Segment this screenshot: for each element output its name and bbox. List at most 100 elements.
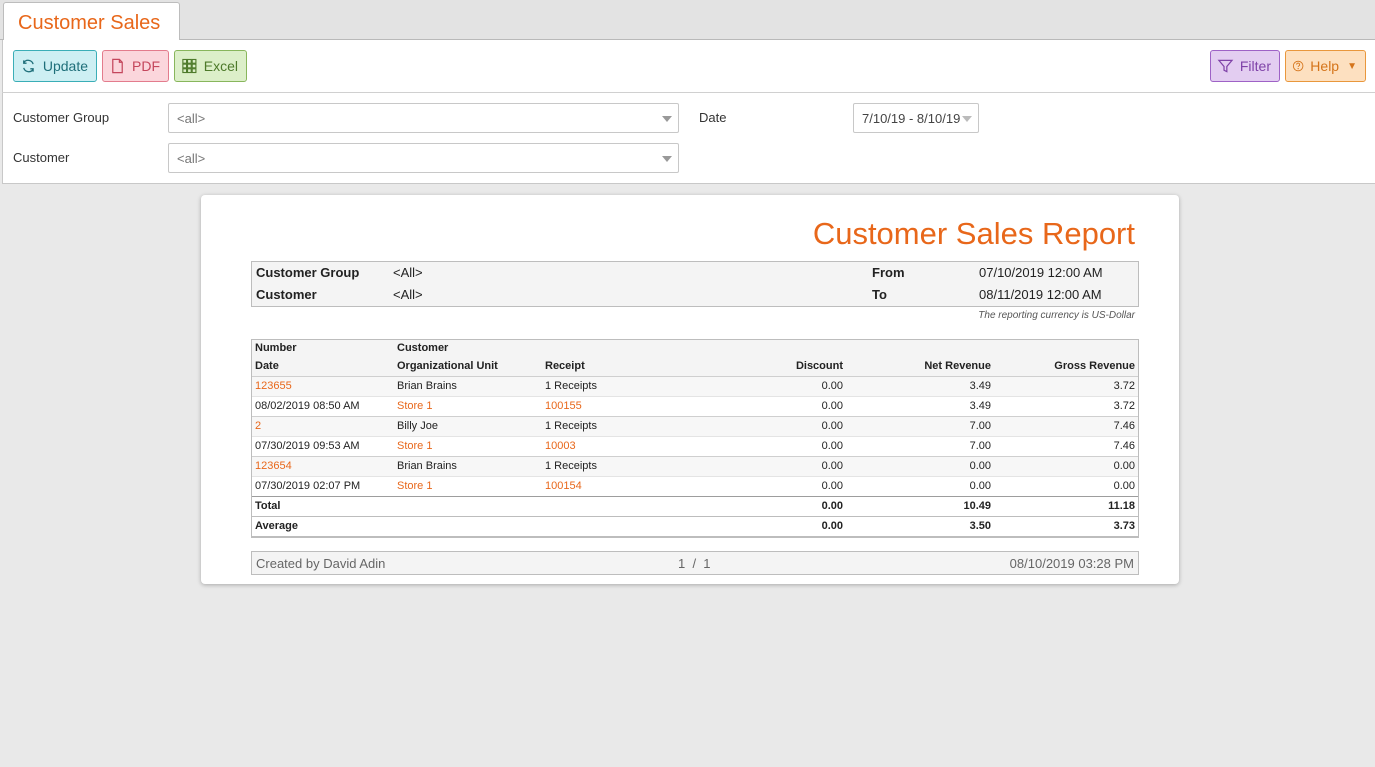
header-from-value: 07/10/2019 12:00 AM	[979, 265, 1103, 280]
col-org-unit-header: Organizational Unit	[393, 357, 541, 376]
col-receipt-header: Receipt	[541, 357, 661, 376]
date-label: Date	[699, 110, 727, 125]
col-date-header: Date	[251, 357, 393, 376]
total-row: Total 0.00 10.49 11.18	[251, 495, 1139, 516]
receipt-date: 07/30/2019 09:53 AM	[251, 435, 393, 456]
discount-value: 0.00	[661, 415, 847, 436]
footer-timestamp: 08/10/2019 03:28 PM	[1009, 556, 1134, 571]
dropdown-arrow-icon	[662, 156, 672, 162]
date-range-select[interactable]: 7/10/19 - 8/10/19	[853, 103, 979, 133]
help-button-label: Help	[1310, 58, 1340, 74]
col-gross-revenue-header: Gross Revenue	[995, 357, 1139, 376]
footer-created-by: Created by David Adin	[256, 556, 386, 571]
pdf-file-icon	[112, 58, 123, 74]
net-revenue-value: 0.00	[847, 455, 995, 476]
net-revenue-value: 0.00	[847, 475, 995, 496]
org-unit-link[interactable]: Store 1	[393, 475, 541, 496]
customer-select[interactable]: <all>	[168, 143, 679, 173]
table-header-row: Date Organizational Unit Receipt Discoun…	[251, 357, 1139, 376]
receipt-link[interactable]: 10003	[541, 435, 661, 456]
update-button-label: Update	[42, 58, 88, 74]
customer-group-label: Customer Group	[13, 110, 110, 125]
report-header-box: Customer Group <All> Customer <All> From…	[251, 261, 1139, 307]
customer-value: <all>	[177, 151, 206, 166]
receipt-count: 1 Receipts	[541, 415, 661, 436]
toolbar-divider	[2, 92, 1375, 93]
customer-name: Billy Joe	[393, 415, 541, 436]
receipt-link[interactable]: 100155	[541, 395, 661, 416]
receipt-link[interactable]: 100154	[541, 475, 661, 496]
excel-button-label: Excel	[203, 58, 238, 74]
total-net-revenue: 10.49	[847, 495, 995, 516]
receipt-count: 1 Receipts	[541, 375, 661, 396]
filter-button[interactable]: Filter	[1210, 50, 1280, 82]
dropdown-arrow-icon	[962, 116, 972, 122]
table-row: 123654 Brian Brains 1 Receipts 0.00 0.00…	[251, 455, 1139, 476]
date-range-value: 7/10/19 - 8/10/19	[862, 111, 961, 126]
excel-button[interactable]: Excel	[174, 50, 247, 82]
receipt-count: 1 Receipts	[541, 455, 661, 476]
header-customer-group-value: <All>	[393, 265, 423, 280]
average-label: Average	[251, 515, 393, 537]
pdf-button[interactable]: PDF	[102, 50, 169, 82]
average-row: Average 0.00 3.50 3.73	[251, 515, 1139, 537]
header-to-label: To	[872, 287, 887, 302]
header-to-value: 08/11/2019 12:00 AM	[979, 287, 1102, 302]
total-gross-revenue: 11.18	[995, 495, 1139, 516]
header-customer-value: <All>	[393, 287, 423, 302]
total-discount: 0.00	[661, 495, 847, 516]
net-revenue-value: 7.00	[847, 415, 995, 436]
customer-number-link[interactable]: 2	[251, 415, 393, 436]
footer-page-number: 1 / 1	[678, 556, 711, 571]
table-row: 123655 Brian Brains 1 Receipts 0.00 3.49…	[251, 375, 1139, 396]
update-button[interactable]: Update	[13, 50, 97, 82]
gross-revenue-value: 0.00	[995, 455, 1139, 476]
discount-value: 0.00	[661, 395, 847, 416]
org-unit-link[interactable]: Store 1	[393, 395, 541, 416]
header-customer-label: Customer	[256, 287, 317, 302]
grid-icon	[182, 58, 197, 74]
tab-customer-sales[interactable]: Customer Sales	[3, 2, 180, 41]
total-label: Total	[251, 495, 393, 516]
filter-button-label: Filter	[1239, 58, 1271, 74]
discount-value: 0.00	[661, 475, 847, 496]
gross-revenue-value: 3.72	[995, 395, 1139, 416]
dropdown-arrow-icon	[662, 116, 672, 122]
report-card: Customer Sales Report Customer Group <Al…	[201, 195, 1179, 584]
customer-number-link[interactable]: 123655	[251, 375, 393, 396]
currency-note: The reporting currency is US-Dollar	[978, 310, 1135, 321]
customer-group-select[interactable]: <all>	[168, 103, 679, 133]
col-discount-header: Discount	[661, 357, 847, 376]
discount-value: 0.00	[661, 375, 847, 396]
customer-name: Brian Brains	[393, 455, 541, 476]
chevron-down-icon: ▼	[1347, 60, 1357, 72]
report-footer: Created by David Adin 1 / 1 08/10/2019 0…	[251, 551, 1139, 575]
gross-revenue-value: 0.00	[995, 475, 1139, 496]
col-number-header: Number	[251, 339, 393, 357]
net-revenue-value: 3.49	[847, 375, 995, 396]
col-customer-header: Customer	[393, 339, 541, 357]
header-from-label: From	[872, 265, 905, 280]
discount-value: 0.00	[661, 455, 847, 476]
table-row: 07/30/2019 09:53 AM Store 1 10003 0.00 7…	[251, 435, 1139, 456]
tab-bar: Customer Sales	[0, 0, 1375, 41]
table-row: 2 Billy Joe 1 Receipts 0.00 7.00 7.46	[251, 415, 1139, 436]
net-revenue-value: 3.49	[847, 395, 995, 416]
header-customer-group-label: Customer Group	[256, 265, 360, 280]
report-table: Number Customer Date Organizational Unit…	[251, 339, 1139, 537]
average-net-revenue: 3.50	[847, 515, 995, 537]
discount-value: 0.00	[661, 435, 847, 456]
average-discount: 0.00	[661, 515, 847, 537]
filter-icon	[1217, 59, 1234, 73]
customer-name: Brian Brains	[393, 375, 541, 396]
org-unit-link[interactable]: Store 1	[393, 435, 541, 456]
help-circle-icon	[1292, 60, 1304, 72]
receipt-date: 07/30/2019 02:07 PM	[251, 475, 393, 496]
table-row: 08/02/2019 08:50 AM Store 1 100155 0.00 …	[251, 395, 1139, 416]
gross-revenue-value: 7.46	[995, 435, 1139, 456]
help-button[interactable]: Help ▼	[1285, 50, 1366, 82]
net-revenue-value: 7.00	[847, 435, 995, 456]
customer-group-value: <all>	[177, 111, 206, 126]
pdf-button-label: PDF	[132, 58, 160, 74]
customer-number-link[interactable]: 123654	[251, 455, 393, 476]
